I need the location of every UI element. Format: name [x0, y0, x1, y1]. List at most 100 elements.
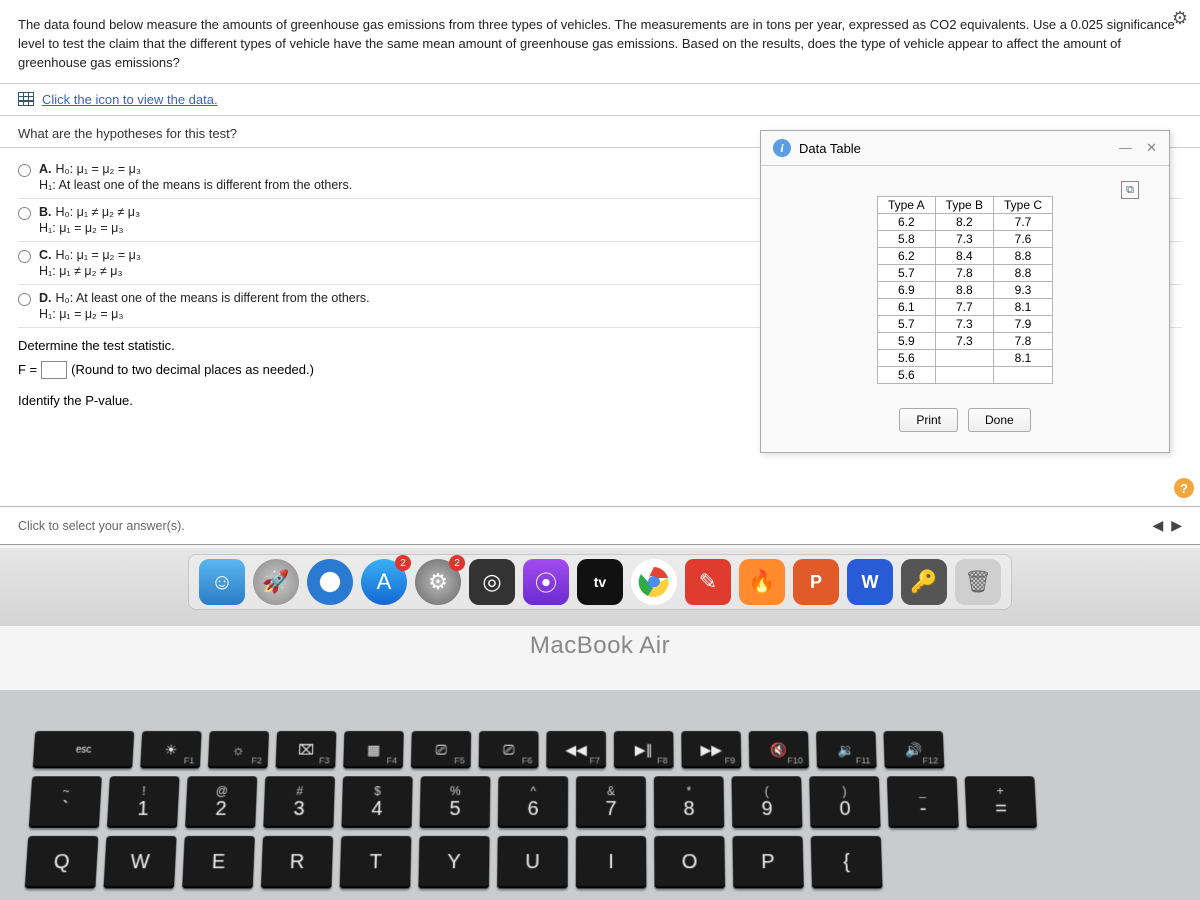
table-row: 6.98.89.3 — [877, 282, 1052, 299]
key-f7[interactable]: ◀◀F7 — [546, 731, 606, 768]
table-header: Type A — [877, 197, 935, 214]
acrobat-icon[interactable]: ✎ — [685, 559, 731, 605]
gear-icon[interactable]: ⚙ — [1172, 8, 1188, 29]
dock-area: ☺ 🚀 ✦ A2 ⚙2 ◎ ⦿ tv ✎ 🔥 P W 🔑 🗑 — [0, 548, 1200, 626]
key-o[interactable]: O — [654, 836, 725, 888]
macbook-label: MacBook Air — [0, 632, 1200, 660]
letter-c: C. — [39, 248, 52, 262]
key-f8[interactable]: ▶∥F8 — [614, 731, 674, 768]
table-cell: 7.3 — [935, 231, 993, 248]
radio-a[interactable] — [18, 164, 31, 177]
help-icon[interactable]: ? — [1174, 478, 1194, 498]
table-cell: 7.6 — [994, 231, 1053, 248]
key-f6[interactable]: ⎚F6 — [479, 731, 539, 768]
key-w[interactable]: W — [103, 836, 176, 888]
footer-bar: Click to select your answer(s). ◀ ▶ — [0, 506, 1200, 544]
table-cell: 8.4 — [935, 248, 993, 265]
key-`[interactable]: ~` — [29, 776, 102, 828]
copy-icon[interactable]: ⧉ — [1121, 181, 1139, 199]
table-cell: 9.3 — [994, 282, 1053, 299]
f-input[interactable] — [41, 361, 67, 379]
minimize-icon[interactable]: — — [1119, 140, 1132, 156]
powerpoint-icon[interactable]: P — [793, 559, 839, 605]
radio-d[interactable] — [18, 293, 31, 306]
key-f9[interactable]: ▶▶F9 — [681, 731, 741, 768]
key-0[interactable]: )0 — [809, 776, 880, 828]
radio-b[interactable] — [18, 207, 31, 220]
key-esc[interactable]: esc — [33, 731, 135, 768]
prev-arrow-icon[interactable]: ◀ — [1152, 517, 1163, 534]
table-header: Type C — [994, 197, 1053, 214]
safari-icon[interactable]: ✦ — [307, 559, 353, 605]
key-5[interactable]: %5 — [420, 776, 491, 828]
key-p[interactable]: P — [732, 836, 803, 888]
key-3[interactable]: #3 — [263, 776, 335, 828]
key-f2[interactable]: ☼F2 — [208, 731, 269, 768]
keyboard: esc ☀F1☼F2⌧F3▦F4⎚F5⎚F6◀◀F7▶∥F8▶▶F9🔇F10🔉F… — [0, 690, 1200, 900]
appstore-icon[interactable]: A2 — [361, 559, 407, 605]
key-f12[interactable]: 🔊F12 — [883, 731, 944, 768]
print-button[interactable]: Print — [899, 408, 958, 432]
table-row: 5.6 — [877, 367, 1052, 384]
option-c-h0: H₀: μ₁ = μ₂ = μ₃ — [56, 248, 141, 262]
key-q[interactable]: Q — [25, 836, 99, 888]
table-cell: 5.7 — [877, 265, 935, 282]
next-arrow-icon[interactable]: ▶ — [1171, 517, 1182, 534]
table-icon[interactable] — [18, 92, 34, 106]
word-icon[interactable]: W — [847, 559, 893, 605]
table-cell: 5.6 — [877, 367, 935, 384]
growl-icon[interactable]: ◎ — [469, 559, 515, 605]
done-button[interactable]: Done — [968, 408, 1031, 432]
key-8[interactable]: *8 — [654, 776, 724, 828]
key-i[interactable]: I — [576, 836, 647, 888]
key-e[interactable]: E — [182, 836, 255, 888]
appletv-icon[interactable]: tv — [577, 559, 623, 605]
settings-icon[interactable]: ⚙2 — [415, 559, 461, 605]
option-b-h0: H₀: μ₁ ≠ μ₂ ≠ μ₃ — [56, 205, 141, 219]
letter-b: B. — [39, 205, 52, 219]
view-data-link[interactable]: Click the icon to view the data. — [42, 92, 218, 107]
table-cell: 8.2 — [935, 214, 993, 231]
key-=[interactable]: += — [965, 776, 1037, 828]
table-cell: 8.8 — [994, 248, 1053, 265]
key-7[interactable]: &7 — [576, 776, 646, 828]
key-6[interactable]: ^6 — [498, 776, 568, 828]
key-r[interactable]: R — [261, 836, 333, 888]
table-cell — [994, 367, 1053, 384]
key-f4[interactable]: ▦F4 — [343, 731, 404, 768]
f-prefix: F = — [18, 362, 37, 377]
key-f10[interactable]: 🔇F10 — [749, 731, 809, 768]
key-f3[interactable]: ⌧F3 — [276, 731, 337, 768]
key-{[interactable]: { — [811, 836, 883, 888]
key-t[interactable]: T — [340, 836, 412, 888]
data-table: Type AType BType C 6.28.27.75.87.37.66.2… — [877, 196, 1053, 384]
key-f5[interactable]: ⎚F5 — [411, 731, 471, 768]
table-cell: 7.3 — [935, 333, 993, 350]
key-f11[interactable]: 🔉F11 — [816, 731, 877, 768]
data-table-modal: i Data Table — ✕ ⧉ Type AType BType C 6.… — [760, 130, 1170, 453]
key--[interactable]: _- — [887, 776, 959, 828]
settings-badge: 2 — [449, 555, 465, 571]
key-y[interactable]: Y — [418, 836, 489, 888]
table-row: 5.68.1 — [877, 350, 1052, 367]
table-cell — [935, 350, 993, 367]
key-1[interactable]: !1 — [107, 776, 180, 828]
keychain-icon[interactable]: 🔑 — [901, 559, 947, 605]
dock: ☺ 🚀 ✦ A2 ⚙2 ◎ ⦿ tv ✎ 🔥 P W 🔑 🗑 — [188, 554, 1012, 610]
podcast-icon[interactable]: ⦿ — [523, 559, 569, 605]
key-u[interactable]: U — [497, 836, 568, 888]
finder-icon[interactable]: ☺ — [199, 559, 245, 605]
radio-c[interactable] — [18, 250, 31, 263]
key-4[interactable]: $4 — [341, 776, 412, 828]
table-row: 6.28.27.7 — [877, 214, 1052, 231]
chrome-icon[interactable] — [631, 559, 677, 605]
table-row: 5.87.37.6 — [877, 231, 1052, 248]
close-icon[interactable]: ✕ — [1146, 140, 1157, 156]
key-f1[interactable]: ☀F1 — [140, 731, 201, 768]
trash-icon[interactable]: 🗑 — [955, 559, 1001, 605]
key-9[interactable]: (9 — [731, 776, 802, 828]
table-cell: 8.8 — [935, 282, 993, 299]
fire-icon[interactable]: 🔥 — [739, 559, 785, 605]
key-2[interactable]: @2 — [185, 776, 257, 828]
launchpad-icon[interactable]: 🚀 — [253, 559, 299, 605]
